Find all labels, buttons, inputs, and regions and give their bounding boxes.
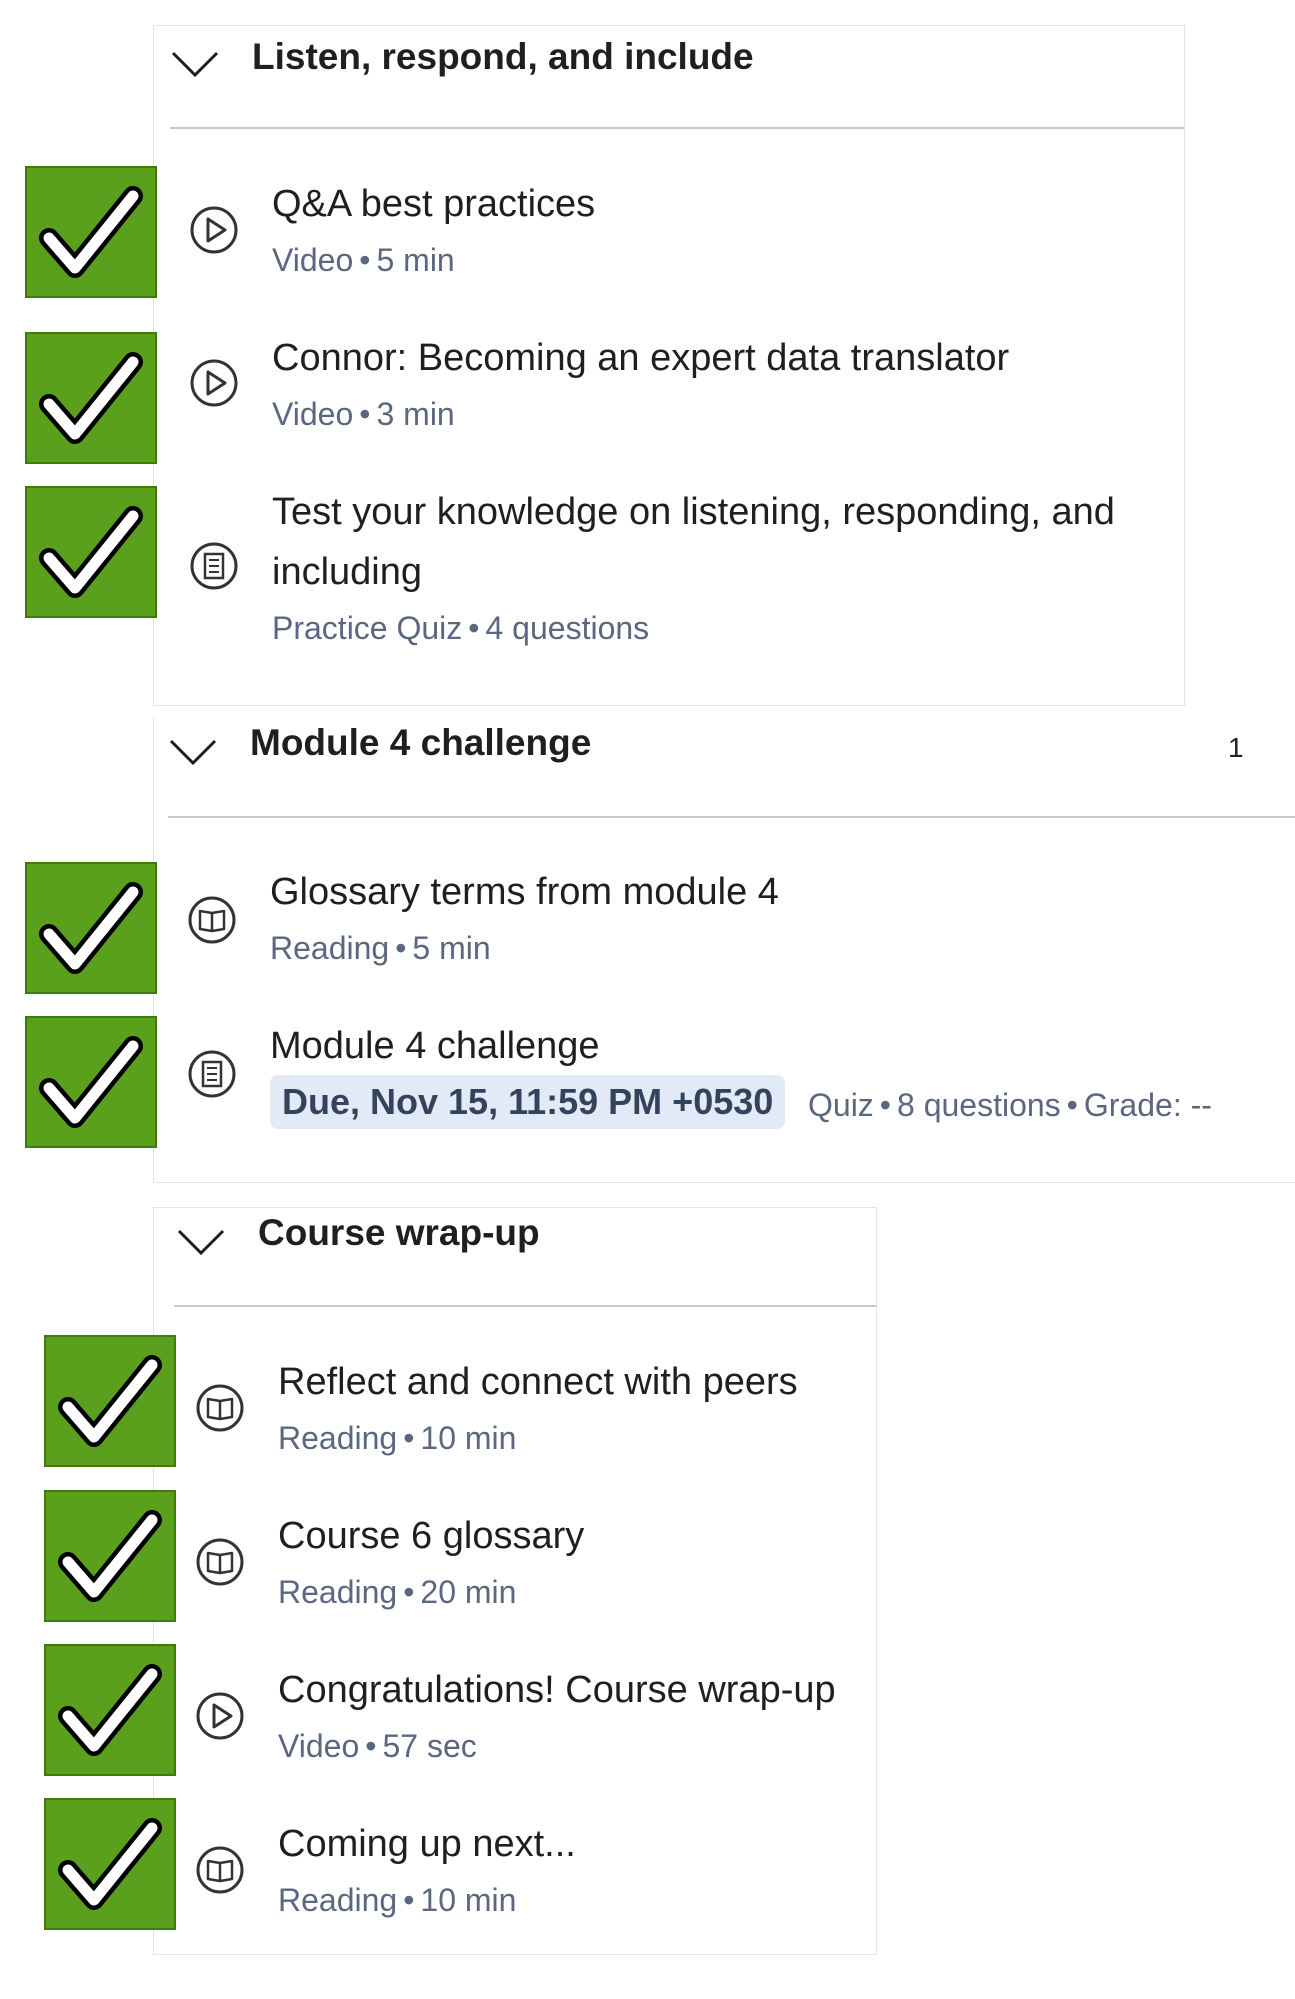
due-date-badge: Due, Nov 15, 11:59 PM +0530	[270, 1075, 786, 1129]
item-title[interactable]: Q&A best practices	[272, 174, 595, 234]
section-title[interactable]: Listen, respond, and include	[252, 36, 754, 78]
completed-check-icon	[25, 1016, 157, 1148]
item-meta: Reading • 10 min	[278, 1882, 517, 1918]
section-divider	[174, 1305, 877, 1307]
item-meta: Video • 5 min	[272, 242, 455, 278]
item-meta: Video • 57 sec	[278, 1728, 477, 1764]
completed-check-icon	[25, 332, 157, 464]
item-meta: Video • 3 min	[272, 396, 455, 432]
item-meta: Reading • 10 min	[278, 1420, 517, 1456]
section-title[interactable]: Course wrap-up	[258, 1212, 540, 1254]
completed-check-icon	[44, 1644, 176, 1776]
book-icon	[186, 894, 238, 946]
quiz-icon	[186, 1048, 238, 1100]
item-title[interactable]: Glossary terms from module 4	[270, 862, 779, 922]
play-circle-icon	[194, 1690, 246, 1742]
item-title[interactable]: Connor: Becoming an expert data translat…	[272, 328, 1009, 388]
item-title[interactable]: Congratulations! Course wrap-up	[278, 1660, 836, 1720]
quiz-icon	[188, 540, 240, 592]
book-icon	[194, 1382, 246, 1434]
completed-check-icon	[25, 166, 157, 298]
completed-check-icon	[44, 1490, 176, 1622]
section-count: 1	[1228, 732, 1244, 763]
item-meta: Reading • 5 min	[270, 930, 491, 966]
completed-check-icon	[25, 486, 157, 618]
item-meta: Reading • 20 min	[278, 1574, 517, 1610]
book-icon	[194, 1844, 246, 1896]
completed-check-icon	[44, 1798, 176, 1930]
item-title[interactable]: Coming up next...	[278, 1814, 576, 1874]
chevron-down-icon[interactable]	[168, 736, 218, 766]
item-title[interactable]: Course 6 glossary	[278, 1506, 584, 1566]
item-meta: Quiz • 8 questions • Grade: --	[808, 1087, 1212, 1123]
section-divider	[168, 816, 1295, 818]
completed-check-icon	[25, 862, 157, 994]
item-title[interactable]: Module 4 challenge	[270, 1016, 600, 1076]
play-circle-icon	[188, 204, 240, 256]
section-title[interactable]: Module 4 challenge	[250, 722, 591, 764]
play-circle-icon	[188, 357, 240, 409]
chevron-down-icon[interactable]	[176, 1226, 226, 1256]
item-title[interactable]: Test your knowledge on listening, respon…	[272, 482, 1172, 602]
chevron-down-icon[interactable]	[170, 48, 220, 78]
item-title[interactable]: Reflect and connect with peers	[278, 1352, 798, 1412]
book-icon	[194, 1536, 246, 1588]
section-divider	[170, 127, 1185, 129]
item-meta: Practice Quiz • 4 questions	[272, 610, 650, 646]
completed-check-icon	[44, 1335, 176, 1467]
